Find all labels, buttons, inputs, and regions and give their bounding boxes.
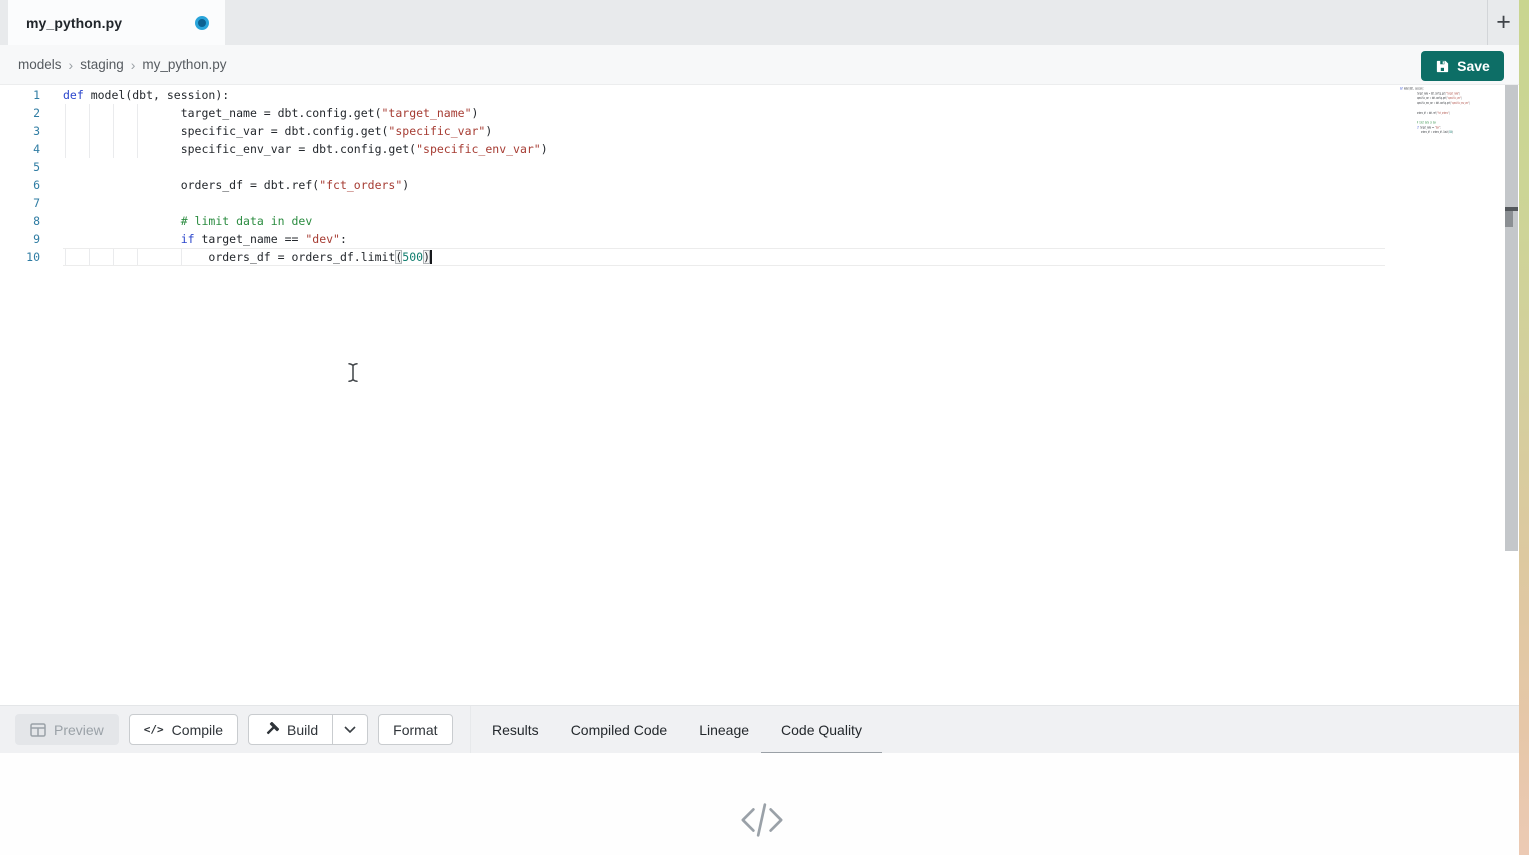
line-number: 1: [0, 86, 40, 104]
editor-tab-bar: my_python.py +: [0, 0, 1519, 45]
floppy-disk-icon: [1435, 59, 1450, 74]
build-button[interactable]: Build: [248, 714, 333, 745]
preview-button-label: Preview: [54, 722, 104, 738]
chevron-right-icon: ›: [69, 57, 74, 73]
code-line[interactable]: orders_df = dbt.ref("fct_orders"): [63, 176, 1385, 194]
code-line[interactable]: [63, 158, 1385, 176]
line-number: 6: [0, 176, 40, 194]
indent-guide: [113, 249, 114, 265]
line-number-gutter: 12345678910: [0, 86, 40, 266]
text-caret: [430, 250, 432, 264]
code-line[interactable]: # limit data in dev: [63, 212, 1385, 230]
breadcrumb-staging[interactable]: staging: [80, 57, 124, 72]
breadcrumb-models[interactable]: models: [18, 57, 62, 72]
indent-guide: [113, 104, 114, 122]
code-line[interactable]: specific_env_var = dbt.config.get("speci…: [63, 140, 1385, 158]
indent-guide: [65, 104, 66, 122]
tab-lineage[interactable]: Lineage: [699, 706, 749, 754]
desktop-edge-strip: [1519, 0, 1529, 855]
indent-guide: [137, 122, 138, 140]
code-editor[interactable]: 12345678910 def model(dbt, session): tar…: [0, 85, 1519, 705]
build-button-group: Build: [248, 714, 368, 745]
tab-compiled-code[interactable]: Compiled Code: [571, 706, 668, 754]
code-content[interactable]: def model(dbt, session): target_name = d…: [63, 86, 1385, 266]
table-icon: [30, 723, 46, 737]
format-button-label: Format: [393, 722, 437, 738]
tab-my-python[interactable]: my_python.py: [8, 0, 225, 45]
tab-lineage-label: Lineage: [699, 722, 749, 738]
indent-guide: [65, 140, 66, 158]
minimap[interactable]: def model(dbt, session): target_name = d…: [1400, 86, 1498, 256]
code-line[interactable]: specific_var = dbt.config.get("specific_…: [63, 122, 1385, 140]
code-line[interactable]: [63, 194, 1385, 212]
line-number: 10: [0, 248, 40, 266]
save-button-label: Save: [1457, 58, 1490, 74]
indent-guide: [65, 249, 66, 265]
indent-guide: [89, 140, 90, 158]
minimap-code: def model(dbt, session): target_name = d…: [1400, 86, 1414, 135]
tab-code-quality[interactable]: Code Quality: [781, 706, 862, 754]
compile-button[interactable]: </> Compile: [129, 714, 238, 745]
tab-code-quality-label: Code Quality: [781, 722, 862, 738]
indent-guide: [137, 140, 138, 158]
chevron-down-icon: [344, 726, 356, 733]
line-number: 7: [0, 194, 40, 212]
compile-button-label: Compile: [172, 722, 223, 738]
hammer-icon: [263, 722, 279, 738]
build-button-label: Build: [287, 722, 318, 738]
indent-guide: [181, 249, 182, 265]
action-buttons: Preview </> Compile Build: [15, 714, 453, 745]
toolbar-divider: [470, 706, 471, 753]
line-number: 5: [0, 158, 40, 176]
chevron-right-icon: ›: [131, 57, 136, 73]
indent-guide: [137, 249, 138, 265]
preview-button[interactable]: Preview: [15, 714, 119, 745]
code-line[interactable]: def model(dbt, session):: [63, 86, 1385, 104]
line-number: 9: [0, 230, 40, 248]
line-number: 4: [0, 140, 40, 158]
ide-window: my_python.py + models › staging › my_pyt…: [0, 0, 1529, 855]
tab-results-label: Results: [492, 722, 539, 738]
save-button[interactable]: Save: [1421, 51, 1504, 81]
indent-guide: [65, 122, 66, 140]
format-button[interactable]: Format: [378, 714, 452, 745]
vertical-scrollbar[interactable]: [1505, 85, 1518, 551]
indent-guide: [89, 104, 90, 122]
indent-guide: [137, 104, 138, 122]
code-brackets-icon: </>: [144, 723, 164, 736]
plus-icon: +: [1496, 8, 1511, 37]
scrollbar-cursor-marker-block: [1505, 211, 1513, 227]
result-panel-tabs: Results Compiled Code Lineage Code Quali…: [492, 706, 862, 754]
indent-guide: [113, 122, 114, 140]
line-number: 2: [0, 104, 40, 122]
tab-compiled-code-label: Compiled Code: [571, 722, 668, 738]
breadcrumb-file[interactable]: my_python.py: [142, 57, 226, 72]
code-line: orders_df = orders_df.limit(500): [1400, 130, 1498, 135]
new-tab-button[interactable]: +: [1487, 0, 1519, 45]
tab-title: my_python.py: [26, 15, 122, 31]
code-placeholder-icon: [739, 799, 785, 846]
code-line[interactable]: if target_name == "dev":: [63, 230, 1385, 248]
code-line[interactable]: orders_df = orders_df.limit(500): [63, 248, 1385, 266]
tab-results[interactable]: Results: [492, 706, 539, 754]
indent-guide: [113, 140, 114, 158]
text-ibeam-cursor-icon: [346, 362, 360, 388]
code-line[interactable]: target_name = dbt.config.get("target_nam…: [63, 104, 1385, 122]
bottom-toolbar: Preview </> Compile Build: [0, 705, 1519, 753]
indent-guide: [89, 249, 90, 265]
unsaved-changes-dot-icon: [195, 16, 209, 30]
build-options-dropdown-button[interactable]: [333, 714, 368, 745]
line-number: 8: [0, 212, 40, 230]
indent-guide: [89, 122, 90, 140]
breadcrumb: models › staging › my_python.py: [0, 45, 1519, 85]
line-number: 3: [0, 122, 40, 140]
